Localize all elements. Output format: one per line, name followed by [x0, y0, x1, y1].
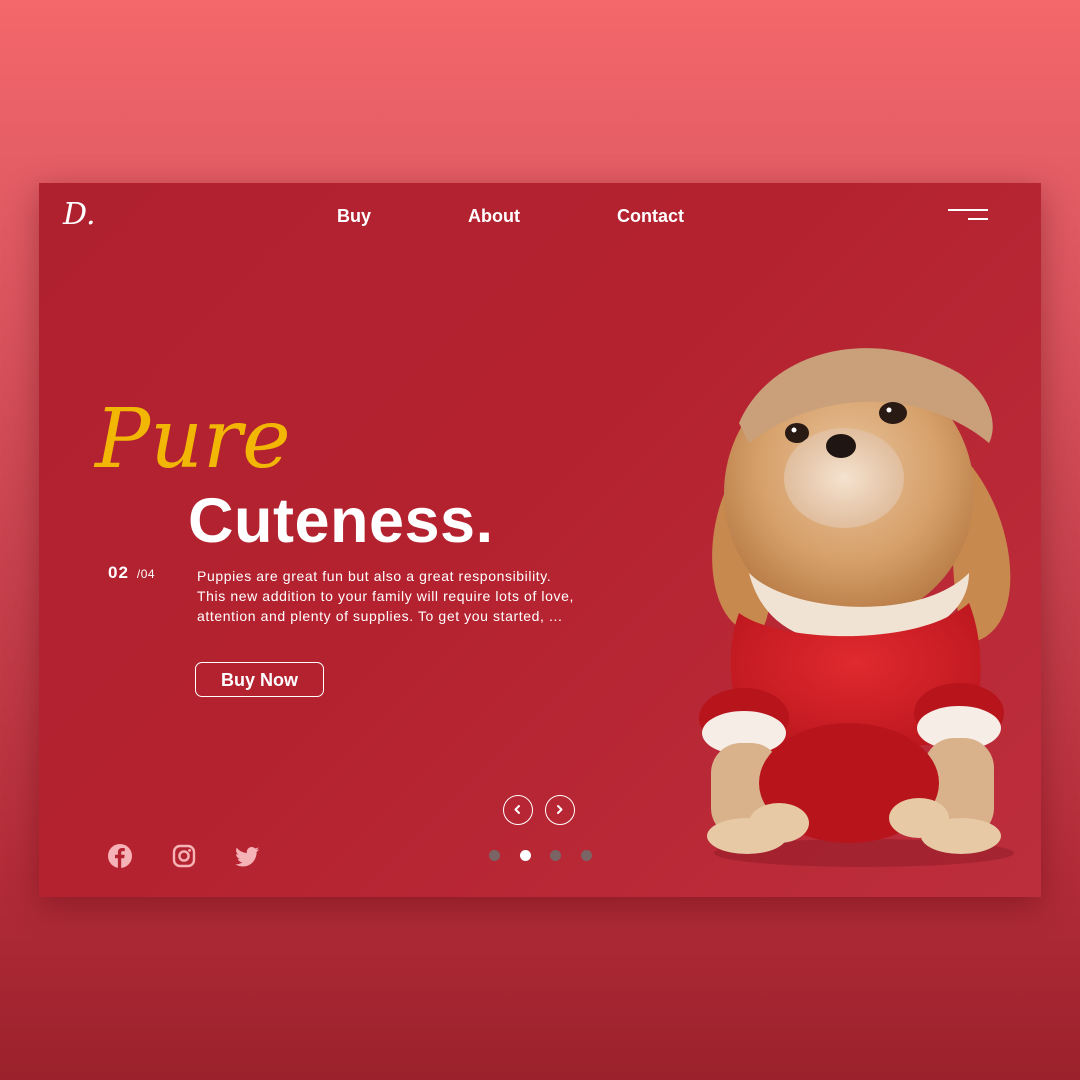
dog-photo: [699, 348, 1014, 867]
facebook-icon[interactable]: [107, 843, 133, 869]
slide-total: /04: [136, 567, 156, 581]
carousel-dot-3[interactable]: [550, 850, 561, 861]
slide-current: 02: [108, 563, 129, 582]
hero-script-title-text: Pure: [93, 392, 291, 487]
carousel-prev-button[interactable]: [503, 795, 533, 825]
hero-description: Puppies are great fun but also a great r…: [197, 568, 574, 624]
chevron-left-icon: [514, 805, 520, 814]
hero-card: D. Buy About Contact Pure Cuteness. 02/0…: [39, 183, 1041, 897]
carousel-next-button[interactable]: [545, 795, 575, 825]
logo[interactable]: D.: [63, 195, 96, 235]
carousel-dot-4[interactable]: [581, 850, 592, 861]
hero-script-title: Pure: [93, 392, 291, 487]
instagram-icon[interactable]: [171, 843, 197, 869]
carousel-dot-1[interactable]: [489, 850, 500, 861]
menu-icon[interactable]: [944, 207, 990, 223]
buy-now-button[interactable]: Buy Now: [195, 662, 324, 697]
nav-link-about[interactable]: About: [468, 205, 520, 227]
carousel-dot-2[interactable]: [520, 850, 531, 861]
twitter-icon[interactable]: [234, 843, 260, 869]
nav-link-buy[interactable]: Buy: [337, 205, 371, 227]
nav-link-contact[interactable]: Contact: [617, 205, 684, 227]
slide-counter: 02/04: [108, 563, 155, 583]
hero-title: Cuteness.: [188, 486, 494, 556]
chevron-right-icon: [557, 805, 563, 814]
